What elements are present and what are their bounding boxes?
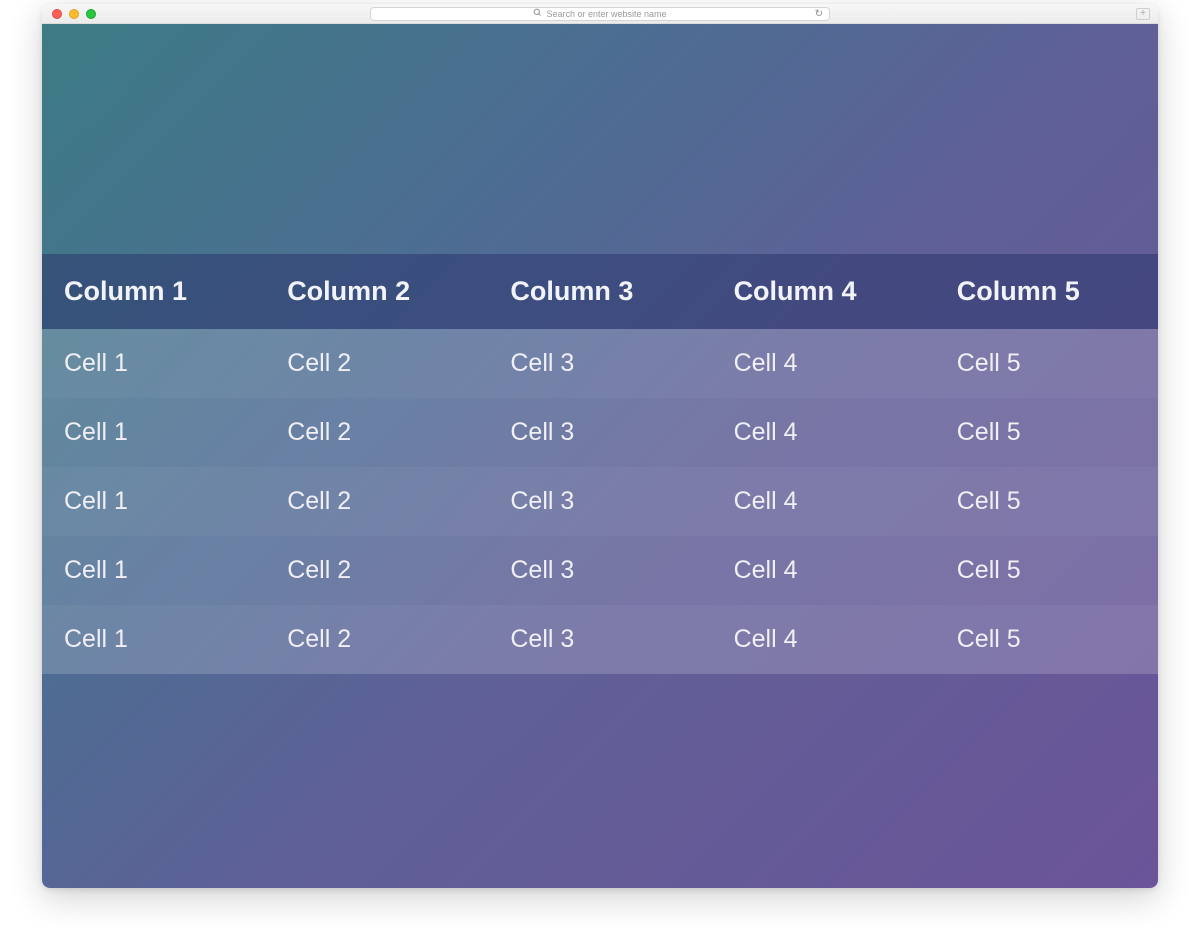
table-cell: Cell 4 (712, 398, 935, 467)
page-viewport: Column 1 Column 2 Column 3 Column 4 Colu… (42, 24, 1158, 888)
table-cell: Cell 5 (935, 398, 1158, 467)
window-controls (52, 9, 96, 19)
table-cell: Cell 1 (42, 467, 265, 536)
table-cell: Cell 4 (712, 605, 935, 674)
address-bar-placeholder: Search or enter website name (546, 9, 666, 19)
table-cell: Cell 2 (265, 605, 488, 674)
column-header: Column 5 (935, 254, 1158, 329)
reload-icon[interactable]: ↻ (815, 8, 823, 19)
table-cell: Cell 2 (265, 398, 488, 467)
column-header: Column 2 (265, 254, 488, 329)
table-cell: Cell 1 (42, 605, 265, 674)
new-tab-button[interactable]: + (1136, 8, 1150, 20)
table-cell: Cell 5 (935, 467, 1158, 536)
table-cell: Cell 4 (712, 329, 935, 398)
maximize-window-button[interactable] (86, 9, 96, 19)
table-cell: Cell 4 (712, 467, 935, 536)
table-cell: Cell 3 (488, 398, 711, 467)
table-cell: Cell 3 (488, 536, 711, 605)
table-cell: Cell 1 (42, 398, 265, 467)
column-header: Column 3 (488, 254, 711, 329)
table-row: Cell 1 Cell 2 Cell 3 Cell 4 Cell 5 (42, 398, 1158, 467)
table-cell: Cell 1 (42, 329, 265, 398)
close-window-button[interactable] (52, 9, 62, 19)
table-cell: Cell 2 (265, 536, 488, 605)
table-cell: Cell 4 (712, 536, 935, 605)
table-cell: Cell 5 (935, 536, 1158, 605)
table-cell: Cell 2 (265, 467, 488, 536)
table-cell: Cell 5 (935, 605, 1158, 674)
browser-titlebar: Search or enter website name ↻ + (42, 4, 1158, 24)
table-row: Cell 1 Cell 2 Cell 3 Cell 4 Cell 5 (42, 536, 1158, 605)
table-row: Cell 1 Cell 2 Cell 3 Cell 4 Cell 5 (42, 467, 1158, 536)
column-header: Column 4 (712, 254, 935, 329)
table-cell: Cell 3 (488, 605, 711, 674)
column-header: Column 1 (42, 254, 265, 329)
search-icon (533, 8, 542, 19)
table-row: Cell 1 Cell 2 Cell 3 Cell 4 Cell 5 (42, 605, 1158, 674)
address-bar[interactable]: Search or enter website name ↻ (370, 7, 830, 21)
table-cell: Cell 1 (42, 536, 265, 605)
table-cell: Cell 3 (488, 467, 711, 536)
minimize-window-button[interactable] (69, 9, 79, 19)
browser-window: Search or enter website name ↻ + Column … (42, 4, 1158, 888)
data-table: Column 1 Column 2 Column 3 Column 4 Colu… (42, 254, 1158, 674)
table-cell: Cell 5 (935, 329, 1158, 398)
table-header-row: Column 1 Column 2 Column 3 Column 4 Colu… (42, 254, 1158, 329)
table-row: Cell 1 Cell 2 Cell 3 Cell 4 Cell 5 (42, 329, 1158, 398)
table-cell: Cell 3 (488, 329, 711, 398)
table-cell: Cell 2 (265, 329, 488, 398)
